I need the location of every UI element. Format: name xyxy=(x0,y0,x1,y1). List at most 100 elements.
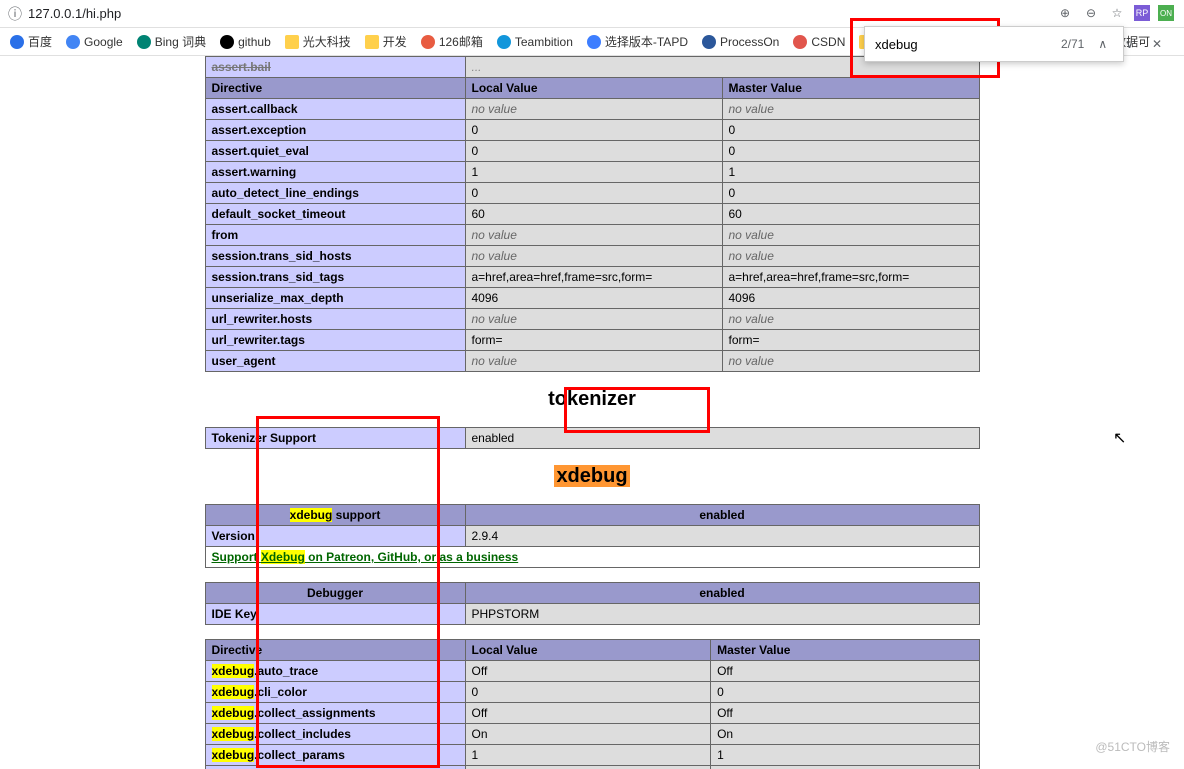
directive-key: xdebug.collect_includes xyxy=(205,724,465,745)
zoom-icon[interactable]: ⊖ xyxy=(1082,4,1100,22)
master-value: Off xyxy=(711,661,979,682)
version-key: Version xyxy=(205,526,465,547)
mail-icon xyxy=(421,35,435,49)
bookmark-label: 百度 xyxy=(28,33,52,50)
idekey-label: IDE Key xyxy=(205,604,465,625)
local-value: Off xyxy=(465,661,711,682)
truncated-directive: assert.bail xyxy=(212,60,271,74)
info-icon[interactable]: ⓘ xyxy=(8,4,22,24)
csdn-icon xyxy=(793,35,807,49)
bookmark-label: ProcessOn xyxy=(720,35,779,49)
xdebug-support-val: enabled xyxy=(465,505,979,526)
bookmark-Bing 词典[interactable]: Bing 词典 xyxy=(131,31,212,52)
bookmark-126邮箱[interactable]: 126邮箱 xyxy=(415,31,489,52)
master-value: no value xyxy=(722,309,979,330)
table-row: default_socket_timeout6060 xyxy=(205,204,979,225)
local-value: Off xyxy=(465,766,711,769)
bookmark-github[interactable]: github xyxy=(214,33,277,51)
bookmark-百度[interactable]: 百度 xyxy=(4,31,58,52)
local-value: 4096 xyxy=(465,288,722,309)
browser-url-bar: ⓘ 127.0.0.1/hi.php ⊕ ⊖ ☆ RP ON xyxy=(0,0,1184,28)
local-value: no value xyxy=(465,225,722,246)
table-row: assert.callbackno valueno value xyxy=(205,99,979,120)
bookmark-label: 光大科技 xyxy=(303,33,351,50)
table-row: assert.warning11 xyxy=(205,162,979,183)
xdebug-support-table: xdebug supportenabled Version2.9.4 Suppo… xyxy=(205,504,980,568)
table-row: session.trans_sid_tagsa=href,area=href,f… xyxy=(205,267,979,288)
directive-key: assert.warning xyxy=(205,162,465,183)
xdebug-directives-table: DirectiveLocal ValueMaster Value xdebug.… xyxy=(205,639,980,769)
support-link[interactable]: Support Xdebug on Patreon, GitHub, or as… xyxy=(212,550,519,564)
directive-key: url_rewriter.hosts xyxy=(205,309,465,330)
bookmark-label: CSDN xyxy=(811,35,845,49)
table-row: auto_detect_line_endings00 xyxy=(205,183,979,204)
find-bar: 2/71 ∧ ∨ ✕ xyxy=(864,26,1124,62)
master-value: 0 xyxy=(722,141,979,162)
find-input[interactable] xyxy=(875,37,1051,52)
bookmark-光大科技[interactable]: 光大科技 xyxy=(279,31,357,52)
translate-icon[interactable]: ⊕ xyxy=(1056,4,1074,22)
table-row: unserialize_max_depth40964096 xyxy=(205,288,979,309)
master-value: 60 xyxy=(722,204,979,225)
bookmark-label: github xyxy=(238,35,271,49)
directive-key: unserialize_max_depth xyxy=(205,288,465,309)
url-text[interactable]: 127.0.0.1/hi.php xyxy=(28,6,121,21)
tb-icon xyxy=(497,35,511,49)
bookmark-label: Teambition xyxy=(515,35,573,49)
debugger-table: Debuggerenabled IDE KeyPHPSTORM xyxy=(205,582,980,625)
google-icon xyxy=(66,35,80,49)
bookmark-开发[interactable]: 开发 xyxy=(359,31,413,52)
bookmark-Google[interactable]: Google xyxy=(60,33,129,51)
find-prev-icon[interactable]: ∧ xyxy=(1094,35,1111,53)
table-row: xdebug.collect_includesOnOn xyxy=(205,724,979,745)
support-link-row: Support Xdebug on Patreon, GitHub, or as… xyxy=(205,547,979,568)
page-content: assert.bail... DirectiveLocal ValueMaste… xyxy=(0,56,1184,769)
find-count: 2/71 xyxy=(1061,37,1084,51)
local-value: 60 xyxy=(465,204,722,225)
directive-key: session.trans_sid_tags xyxy=(205,267,465,288)
master-value: Off xyxy=(711,703,979,724)
star-icon[interactable]: ☆ xyxy=(1108,4,1126,22)
folder-icon xyxy=(285,35,299,49)
directive-key: assert.callback xyxy=(205,99,465,120)
tokenizer-heading: tokenizer xyxy=(0,388,1184,411)
directive-key: xdebug.collect_return xyxy=(205,766,465,769)
local-value: 0 xyxy=(465,141,722,162)
directive-key: xdebug.collect_assignments xyxy=(205,703,465,724)
master-value: no value xyxy=(722,225,979,246)
find-close-icon[interactable]: ✕ xyxy=(1148,35,1166,53)
table-row: fromno valueno value xyxy=(205,225,979,246)
github-icon xyxy=(220,35,234,49)
debugger-val: enabled xyxy=(465,583,979,604)
table-row: session.trans_sid_hostsno valueno value xyxy=(205,246,979,267)
bookmark-label: 选择版本-TAPD xyxy=(605,33,688,50)
bookmark-label: 开发 xyxy=(383,33,407,50)
baidu-icon xyxy=(10,35,24,49)
directive-key: from xyxy=(205,225,465,246)
xd-col-directive: Directive xyxy=(205,640,465,661)
master-value: On xyxy=(711,724,979,745)
col-directive: Directive xyxy=(205,78,465,99)
extension-on-icon[interactable]: ON xyxy=(1158,5,1174,21)
extension-rp-icon[interactable]: RP xyxy=(1134,5,1150,21)
tokenizer-val: enabled xyxy=(465,428,979,449)
local-value: 0 xyxy=(465,120,722,141)
xdebug-support-label: xdebug support xyxy=(205,505,465,526)
master-value: Off xyxy=(711,766,979,769)
truncated-row: assert.bail... xyxy=(205,57,979,78)
table-row: user_agentno valueno value xyxy=(205,351,979,372)
version-val: 2.9.4 xyxy=(465,526,979,547)
master-value: 1 xyxy=(722,162,979,183)
xdebug-heading: xdebug xyxy=(0,465,1184,488)
bookmark-Teambition[interactable]: Teambition xyxy=(491,33,579,51)
directive-key: user_agent xyxy=(205,351,465,372)
bookmark-CSDN[interactable]: CSDN xyxy=(787,33,851,51)
local-value: no value xyxy=(465,99,722,120)
bookmark-选择版本-TAPD[interactable]: 选择版本-TAPD xyxy=(581,31,694,52)
bookmark-ProcessOn[interactable]: ProcessOn xyxy=(696,33,785,51)
local-value: no value xyxy=(465,246,722,267)
find-next-icon[interactable]: ∨ xyxy=(1121,35,1138,53)
local-value: a=href,area=href,frame=src,form= xyxy=(465,267,722,288)
idekey-val: PHPSTORM xyxy=(465,604,979,625)
xdebug-heading-text: xdebug xyxy=(554,465,629,487)
